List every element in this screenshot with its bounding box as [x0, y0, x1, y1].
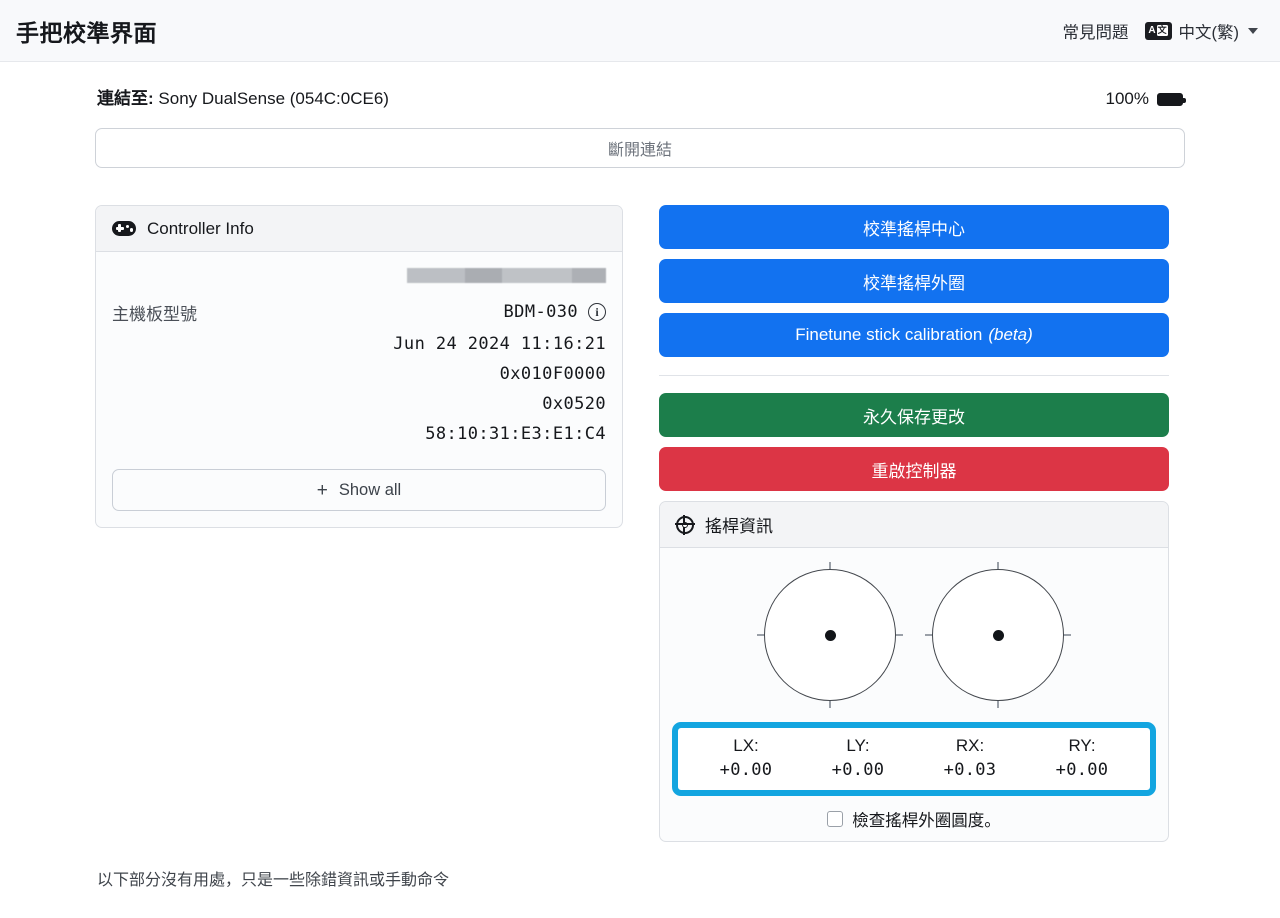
crosshair-icon [675, 514, 695, 535]
stick-value-ly: LY: +0.00 [802, 736, 914, 780]
stick-value-lx-number: +0.00 [719, 760, 773, 780]
controller-info-body: 主機板型號 BDM-030 i Jun 24 2024 11:16:21 0x0… [96, 252, 622, 527]
connected-to-label: 連結至: [97, 89, 154, 108]
disconnect-button[interactable]: 斷開連結 [95, 128, 1185, 168]
reboot-controller-button[interactable]: 重啟控制器 [659, 447, 1169, 491]
two-column-layout: Controller Info 主機板型號 BDM-030 i Jun 24 2… [95, 205, 1185, 842]
connected-device-text: 連結至: Sony DualSense (054C:0CE6) [97, 84, 389, 109]
stick-values-grid: LX: +0.00 LY: +0.00 RX: +0.03 RY: +0.00 [678, 728, 1150, 790]
translate-icon-cjk: 文 [1157, 25, 1167, 35]
controller-info-title: Controller Info [147, 218, 254, 238]
right-stick-visualizer [925, 562, 1071, 708]
stick-value-ly-label: LY: [846, 736, 870, 755]
content-wrapper: 連結至: Sony DualSense (054C:0CE6) 100% 斷開連… [95, 62, 1186, 890]
finetune-beta-tag: (beta) [988, 325, 1033, 344]
board-model-value-group: BDM-030 i [504, 302, 606, 322]
stick-value-rx-label: RX: [955, 736, 985, 755]
controller-info-card: Controller Info 主機板型號 BDM-030 i Jun 24 2… [95, 205, 623, 528]
stick-value-lx: LX: +0.00 [690, 736, 802, 780]
calibrate-stick-center-button[interactable]: 校準搖桿中心 [659, 205, 1169, 249]
translate-icon-letter: A [1148, 24, 1156, 36]
right-column: 校準搖桿中心 校準搖桿外圈 Finetune stick calibration… [659, 205, 1169, 842]
circularity-checkbox-label[interactable]: 檢查搖桿外圈圓度。 [852, 807, 1001, 831]
stick-value-ry-label: RY: [1068, 736, 1096, 755]
plus-icon: + [316, 479, 328, 501]
debug-section-note: 以下部分沒有用處，只是一些除錯資訊或手動命令 [97, 872, 450, 889]
battery-icon [1157, 92, 1186, 106]
info-icon[interactable]: i [588, 303, 606, 321]
connection-status-row: 連結至: Sony DualSense (054C:0CE6) 100% [95, 84, 1186, 109]
finetune-label: Finetune stick calibration [795, 325, 983, 344]
top-header-bar: 手把校準界面 常見問題 A 文 中文(繁) [0, 0, 1280, 62]
redacted-value-row [112, 264, 606, 295]
board-model-value: BDM-030 [503, 302, 578, 322]
stick-info-title: 搖桿資訊 [705, 517, 773, 536]
firmware-date-row: Jun 24 2024 11:16:21 [393, 334, 606, 354]
battery-status: 100% [1105, 89, 1186, 109]
finetune-stick-calibration-button[interactable]: Finetune stick calibration (beta) [659, 313, 1169, 357]
stick-info-card-header: 搖桿資訊 [660, 502, 1168, 548]
main-content: 連結至: Sony DualSense (054C:0CE6) 100% 斷開連… [0, 62, 1280, 890]
faq-link[interactable]: 常見問題 [1063, 19, 1129, 43]
left-column: Controller Info 主機板型號 BDM-030 i Jun 24 2… [95, 205, 623, 528]
chevron-down-icon [1248, 27, 1258, 34]
language-selector[interactable]: A 文 中文(繁) [1144, 19, 1258, 43]
board-model-row: 主機板型號 BDM-030 i [112, 295, 606, 329]
header-right-group: 常見問題 A 文 中文(繁) [1063, 19, 1258, 43]
circularity-check-row: 檢查搖桿外圈圓度。 [660, 796, 1168, 841]
stick-visualizers [660, 548, 1168, 716]
gamepad-icon [112, 221, 136, 236]
stick-value-ry-number: +0.00 [1055, 760, 1109, 780]
stick-values-highlight-box: LX: +0.00 LY: +0.00 RX: +0.03 RY: +0.00 [672, 722, 1156, 796]
stick-value-rx-number: +0.03 [943, 760, 997, 780]
show-all-button[interactable]: + Show all [112, 469, 606, 511]
circularity-checkbox[interactable] [827, 811, 844, 827]
stick-value-lx-label: LX: [733, 736, 759, 755]
redacted-bar [407, 268, 606, 283]
controller-info-card-header: Controller Info [96, 206, 622, 252]
calibrate-stick-range-button[interactable]: 校準搖桿外圈 [659, 259, 1169, 303]
stick-value-rx: RX: +0.03 [914, 736, 1026, 780]
firmware-version-row: 0x010F0000 [499, 364, 606, 384]
stick-value-ry: RY: +0.00 [1026, 736, 1138, 780]
translate-icon: A 文 [1144, 21, 1172, 40]
save-permanently-button[interactable]: 永久保存更改 [659, 393, 1169, 437]
app-root: 手把校準界面 常見問題 A 文 中文(繁) 連結至: Sony DualSens… [0, 0, 1280, 918]
stick-value-ly-number: +0.00 [831, 760, 885, 780]
left-stick-dot [824, 629, 836, 641]
right-stick-dot [992, 629, 1004, 641]
page-title: 手把校準界面 [16, 19, 157, 46]
bluetooth-address-row: 58:10:31:E3:E1:C4 [425, 424, 606, 444]
show-all-label: Show all [338, 480, 402, 499]
translate-icon-box: 文 [1156, 25, 1168, 36]
stick-info-card: 搖桿資訊 LX: +0.00 LY: +0.00 RX: +0.03 RY: +… [659, 501, 1169, 842]
connected-device-name: Sony DualSense (054C:0CE6) [153, 89, 389, 108]
battery-percent-label: 100% [1105, 89, 1149, 108]
hardware-version-row: 0x0520 [542, 394, 606, 414]
left-stick-visualizer [757, 562, 903, 708]
board-model-label: 主機板型號 [112, 304, 197, 324]
section-divider [659, 375, 1169, 376]
language-label: 中文(繁) [1178, 23, 1240, 42]
